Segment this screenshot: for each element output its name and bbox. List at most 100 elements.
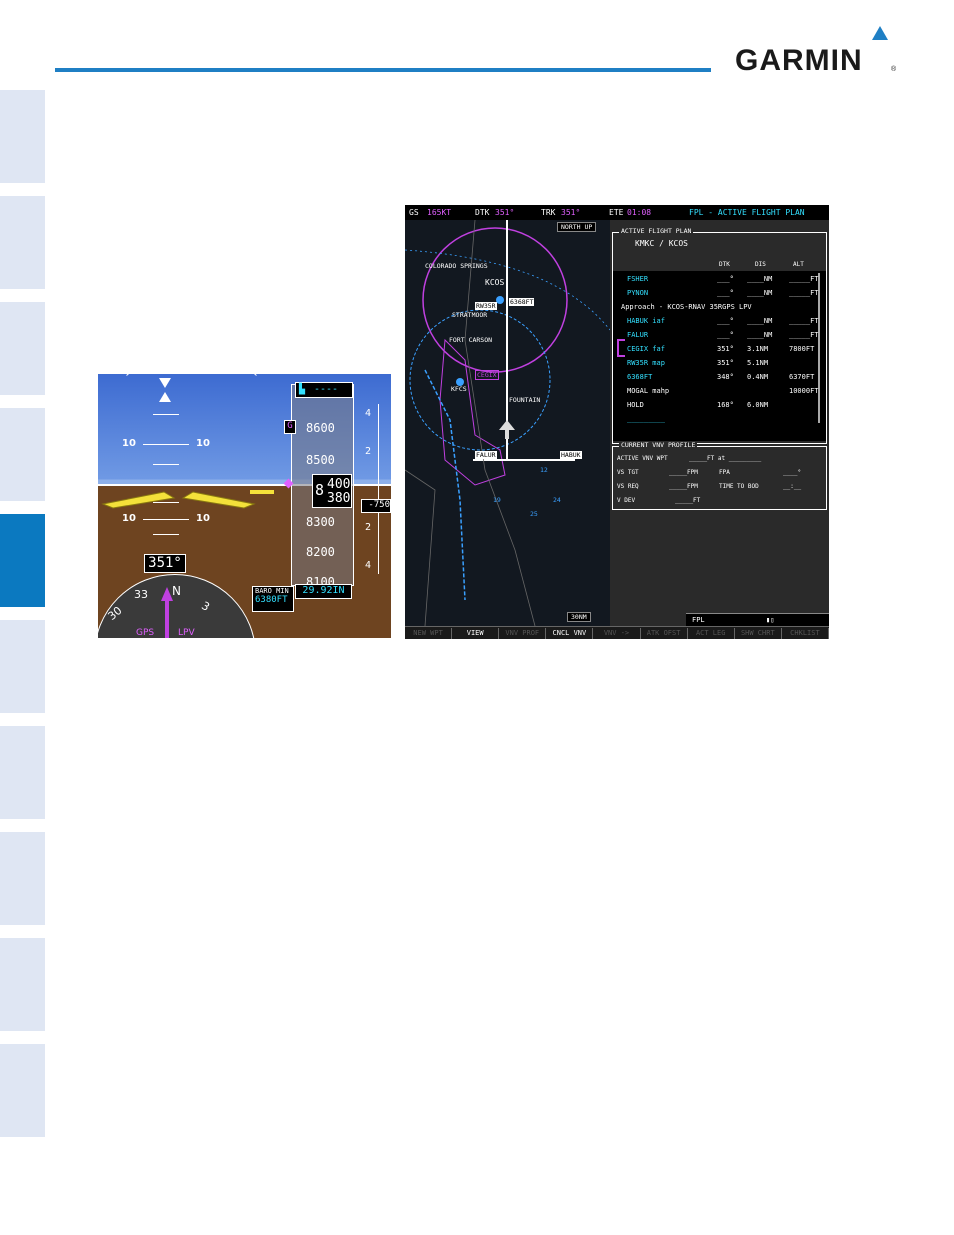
- map-label: CEGIX: [475, 370, 499, 380]
- gs-marker: G: [284, 420, 296, 434]
- vdev-value: _____FT: [675, 497, 701, 504]
- side-tab-3[interactable]: [0, 302, 45, 395]
- vsi-tick: 2: [365, 446, 372, 457]
- afp-row-alt: 10000FT: [789, 387, 819, 395]
- side-tab-7[interactable]: [0, 726, 45, 819]
- softkey[interactable]: VNV ->: [593, 628, 641, 639]
- afp-row-dis: 6.0NM: [747, 401, 769, 409]
- softkey[interactable]: CNCL VNV: [546, 628, 594, 639]
- map-label: KCOS: [485, 278, 505, 287]
- map-label: 24: [553, 496, 561, 504]
- col-dtk: DTK: [719, 261, 730, 268]
- afp-row-wpt[interactable]: FALUR: [627, 331, 648, 339]
- vsi-value-box: -750: [361, 499, 391, 513]
- map-range[interactable]: 30NM: [567, 612, 591, 622]
- afp-row-dtk: ___°: [717, 331, 734, 339]
- side-tab-4[interactable]: [0, 408, 45, 501]
- navigation-map[interactable]: NORTH UP COLORADO SPRINGS KCOS RW35R 636…: [405, 220, 610, 626]
- aircraft-symbol-icon: [101, 490, 274, 509]
- roll-scale: [103, 374, 280, 494]
- side-tab-2[interactable]: [0, 196, 45, 289]
- afp-row-dtk: ___°: [717, 317, 734, 325]
- afp-row-wpt[interactable]: Approach - KCOS-RNAV 35RGPS LPV: [621, 303, 752, 311]
- map-label: FALUR: [475, 451, 497, 459]
- alt-thousands: 8: [315, 481, 325, 499]
- softkey[interactable]: ATK OFST: [641, 628, 688, 639]
- pitch-line-10-up: [143, 444, 189, 445]
- afp-row-dis: 5.1NM: [747, 359, 769, 367]
- status-fpl: FPL: [692, 616, 705, 624]
- mfd-screenshot: GS 165KT DTK 351° TRK 351° ETE 01:08 FPL…: [405, 205, 829, 639]
- afp-route: KMKC / KCOS: [635, 239, 688, 248]
- pitch-line: [153, 534, 179, 535]
- side-tab-9[interactable]: [0, 938, 45, 1031]
- pitch-line: [153, 414, 179, 415]
- pitch-label: 10: [196, 438, 210, 449]
- afp-row-wpt[interactable]: HABUK iaf: [627, 317, 665, 325]
- tod-value: __:__: [783, 483, 802, 490]
- side-tab-5-active[interactable]: [0, 514, 45, 607]
- gps-label: GPS: [136, 628, 155, 638]
- afp-row-alt: 7800FT: [789, 345, 815, 353]
- fpl-status-bar: FPL ▮▯: [686, 613, 829, 626]
- afp-row-wpt[interactable]: _________: [627, 415, 665, 423]
- vs-tgt-label: VS TGT: [617, 469, 639, 476]
- vs-tgt-value: _____FPM: [669, 469, 698, 476]
- flight-plan-pane: ACTIVE FLIGHT PLAN KMKC / KCOS DTK DIS A…: [610, 220, 829, 626]
- baro-min-label: BARO MIN: [255, 587, 289, 595]
- map-label: FORT CARSON: [449, 336, 493, 344]
- afp-row-wpt[interactable]: RW35R map: [627, 359, 665, 367]
- afp-row-alt: _____FT: [789, 289, 819, 297]
- side-tab-1[interactable]: [0, 90, 45, 183]
- heading-box: 351°: [144, 554, 186, 573]
- softkey[interactable]: CHKLIST: [782, 628, 829, 639]
- afp-row-dis: 0.4NM: [747, 373, 769, 381]
- header-rule: [55, 68, 711, 72]
- alt-tick: 8600: [306, 421, 335, 435]
- north-up-label[interactable]: NORTH UP: [557, 222, 597, 232]
- softkey[interactable]: NEW WPT: [405, 628, 453, 639]
- afp-title: ACTIVE FLIGHT PLAN: [619, 227, 694, 235]
- side-tab-8[interactable]: [0, 832, 45, 925]
- roll-pointer-icon: [159, 378, 171, 388]
- side-tab-10[interactable]: [0, 1044, 45, 1137]
- afp-row-dis: ____NM: [747, 317, 773, 325]
- vdev-label: V DEV: [617, 497, 636, 504]
- softkey[interactable]: ACT LEG: [688, 628, 735, 639]
- afp-row-wpt[interactable]: PYNON: [627, 289, 648, 297]
- trk-label: TRK: [541, 208, 556, 217]
- col-dis: DIS: [755, 261, 766, 268]
- vsi-tick: 4: [365, 408, 372, 419]
- afp-row-dtk: 348°: [717, 373, 734, 381]
- registered-mark: ®: [891, 66, 897, 73]
- tod-label: TIME TO BOD: [719, 483, 759, 490]
- pfd-screenshot: 10 10 10 10 8600 8500 8300 8200 8100 ▙ -…: [98, 374, 391, 638]
- garmin-logo: GARMIN: [735, 44, 863, 77]
- afp-row-wpt[interactable]: MOGAL mahp: [627, 387, 669, 395]
- softkey[interactable]: VIEW: [452, 628, 500, 639]
- afp-row-dtk: ___°: [717, 289, 734, 297]
- map-label: COLORADO SPRINGS: [425, 262, 488, 270]
- alt-hundreds-lo: 380: [327, 491, 351, 506]
- side-tab-6[interactable]: [0, 620, 45, 713]
- pitch-label: 10: [196, 513, 210, 524]
- afp-row-wpt[interactable]: HOLD: [627, 401, 644, 409]
- baro-min-value: 6380FT: [255, 595, 288, 605]
- afp-row-dis: ____NM: [747, 331, 773, 339]
- active-leg-arrow-icon: [617, 339, 625, 357]
- lpv-label: LPV: [178, 628, 195, 638]
- ete-value: 01:08: [627, 208, 652, 217]
- softkey[interactable]: VNV PROF: [499, 628, 547, 639]
- vnv-active-label: ACTIVE VNV WPT: [617, 455, 668, 462]
- softkey[interactable]: SHW CHRT: [735, 628, 782, 639]
- afp-row-alt: _____FT: [789, 331, 819, 339]
- compass-label: 33: [134, 588, 148, 601]
- afp-row-alt: 6370FT: [789, 373, 815, 381]
- afp-row-wpt[interactable]: 6368FT: [627, 373, 652, 381]
- map-label: 19: [493, 496, 501, 504]
- map-label: 25: [530, 510, 538, 518]
- afp-row-wpt[interactable]: FSHER: [627, 275, 648, 283]
- roll-index-icon: [159, 392, 171, 402]
- afp-row-wpt[interactable]: CEGIX faf: [627, 345, 665, 353]
- map-graphics: [405, 220, 610, 626]
